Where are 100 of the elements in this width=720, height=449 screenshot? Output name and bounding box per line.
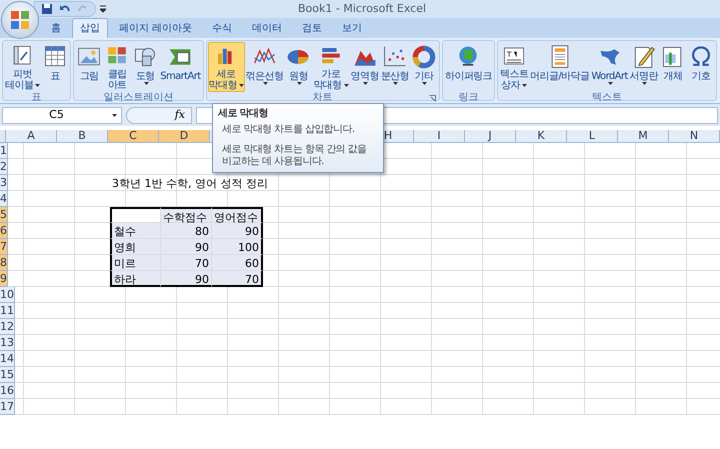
ribbon-button[interactable]: 클립 아트	[103, 42, 132, 92]
ribbon-button[interactable]: 하이퍼링크	[444, 42, 493, 92]
row-header[interactable]: 2	[0, 159, 8, 175]
cell-text: 90	[245, 225, 259, 238]
row-header[interactable]: 15	[0, 367, 15, 383]
caret-icon	[344, 84, 349, 87]
caret-icon	[608, 82, 614, 85]
cell-text: 80	[195, 225, 209, 238]
selected-cell[interactable]: 하라	[110, 271, 161, 287]
row-header[interactable]: 6	[0, 223, 8, 239]
row-header[interactable]: 14	[0, 351, 15, 367]
caret-icon	[238, 84, 244, 87]
ribbon-tab[interactable]: 페이지 레이아웃	[110, 18, 202, 38]
cell-text: 영희	[114, 241, 136, 254]
cell-text: 철수	[114, 225, 136, 238]
ribbon-tab[interactable]: 삽입	[72, 18, 108, 38]
ribbon-tab[interactable]: 홈	[42, 18, 70, 38]
selected-cell[interactable]: 90	[212, 223, 263, 239]
caret-icon	[422, 82, 428, 85]
column-header[interactable]: K	[516, 130, 567, 143]
row-header[interactable]: 1	[0, 143, 8, 159]
customize-toolbar-icon[interactable]	[100, 5, 106, 13]
column-header[interactable]: N	[669, 130, 720, 143]
ribbon-button[interactable]: 서명란	[628, 42, 659, 92]
cell-text: 60	[245, 257, 259, 270]
selected-cell[interactable]: 80	[161, 223, 212, 239]
caret-icon	[642, 82, 648, 85]
row-header[interactable]: 11	[0, 303, 15, 319]
ribbon-button[interactable]: 분산형	[380, 42, 410, 92]
caret-icon	[112, 114, 117, 116]
cell-text: 수학점수	[163, 211, 207, 224]
column-header[interactable]: J	[465, 130, 516, 143]
ribbon-button[interactable]: 가로 막대형	[312, 42, 350, 92]
ribbon-button[interactable]: 표	[41, 42, 70, 92]
cell-text: 하라	[114, 273, 136, 286]
caret-icon	[522, 84, 527, 87]
insert-function-button[interactable]: fx	[126, 106, 192, 124]
row-header[interactable]: 17	[0, 399, 15, 415]
ribbon-button[interactable]: SmartArt	[159, 42, 202, 92]
row-header[interactable]: 7	[0, 239, 8, 255]
caret-icon	[296, 82, 302, 85]
column-header[interactable]: L	[567, 130, 618, 143]
ribbon-tab[interactable]: 보기	[333, 18, 372, 38]
column-header[interactable]: M	[618, 130, 669, 143]
selected-cell[interactable]: 수학점수	[161, 207, 212, 223]
tooltip-title: 세로 막대형	[218, 107, 269, 120]
group-label: 표	[32, 92, 42, 103]
selected-cell[interactable]: 100	[212, 239, 263, 255]
ribbon-button[interactable]: 피벗 테이블	[4, 42, 42, 92]
row-header[interactable]: 8	[0, 255, 8, 271]
ribbon-button[interactable]: 꺾은선형	[244, 42, 284, 92]
tooltip-text: 세로 막대형 차트를 삽입합니다.	[222, 124, 356, 136]
selected-cell[interactable]: 90	[161, 271, 212, 287]
active-cell[interactable]	[110, 207, 161, 223]
ribbon-button[interactable]: 개체	[658, 42, 687, 92]
ribbon-button[interactable]: 도형	[131, 42, 160, 92]
column-header[interactable]: A	[6, 130, 57, 143]
selected-cell[interactable]: 70	[212, 271, 263, 287]
row-header[interactable]: 5	[0, 207, 8, 223]
ribbon-button[interactable]: 세로 막대형	[208, 42, 245, 92]
row-header[interactable]: 4	[0, 191, 8, 207]
ribbon-button[interactable]: 머리글/바닥글	[529, 42, 590, 92]
caret-icon	[35, 84, 40, 87]
ribbon-tab[interactable]: 데이터	[243, 18, 292, 38]
save-icon[interactable]	[41, 3, 53, 15]
tooltip-description: 세로 막대형 차트는 항목 간의 값을 비교하는 데 사용됩니다.	[222, 144, 368, 168]
window-title: Book1 - Microsoft Excel	[296, 0, 428, 17]
ribbon-button[interactable]: WordArt	[590, 42, 629, 92]
selected-cell[interactable]: 90	[161, 239, 212, 255]
column-header[interactable]: C	[108, 130, 159, 143]
ribbon-button[interactable]: 그림	[75, 42, 104, 92]
column-header[interactable]: D	[159, 130, 210, 143]
ribbon-button[interactable]: 기타	[410, 42, 438, 92]
selected-cell[interactable]: 철수	[110, 223, 161, 239]
ribbon-tab[interactable]: 수식	[203, 18, 242, 38]
caret-icon	[263, 82, 268, 85]
row-header[interactable]: 3	[0, 175, 8, 191]
caret-icon	[363, 82, 368, 85]
ribbon-tab[interactable]: 검토	[293, 18, 332, 38]
office-logo-icon	[10, 10, 30, 30]
ribbon-button[interactable]: 텍스트 상자	[498, 42, 530, 92]
row-header[interactable]: 12	[0, 319, 15, 335]
column-header[interactable]: B	[57, 130, 108, 143]
row-header[interactable]: 13	[0, 335, 15, 351]
cell-text: 100	[238, 241, 259, 254]
ribbon-button[interactable]: 기호	[686, 42, 715, 92]
ribbon-button[interactable]: 원형	[284, 42, 312, 92]
selected-cell[interactable]: 60	[212, 255, 263, 271]
selected-cell[interactable]: 미르	[110, 255, 161, 271]
group-label: 차트	[312, 92, 333, 103]
name-box[interactable]: C5	[2, 106, 122, 124]
selected-cell[interactable]: 영희	[110, 239, 161, 255]
selected-cell[interactable]: 영어점수	[212, 207, 263, 223]
column-header[interactable]: I	[414, 130, 465, 143]
row-header[interactable]: 16	[0, 383, 15, 399]
dialog-launcher-icon[interactable]	[428, 95, 436, 102]
selected-cell[interactable]: 70	[161, 255, 212, 271]
row-header[interactable]: 10	[0, 287, 15, 303]
ribbon-button[interactable]: 영역형	[350, 42, 380, 92]
row-header[interactable]: 9	[0, 271, 8, 287]
